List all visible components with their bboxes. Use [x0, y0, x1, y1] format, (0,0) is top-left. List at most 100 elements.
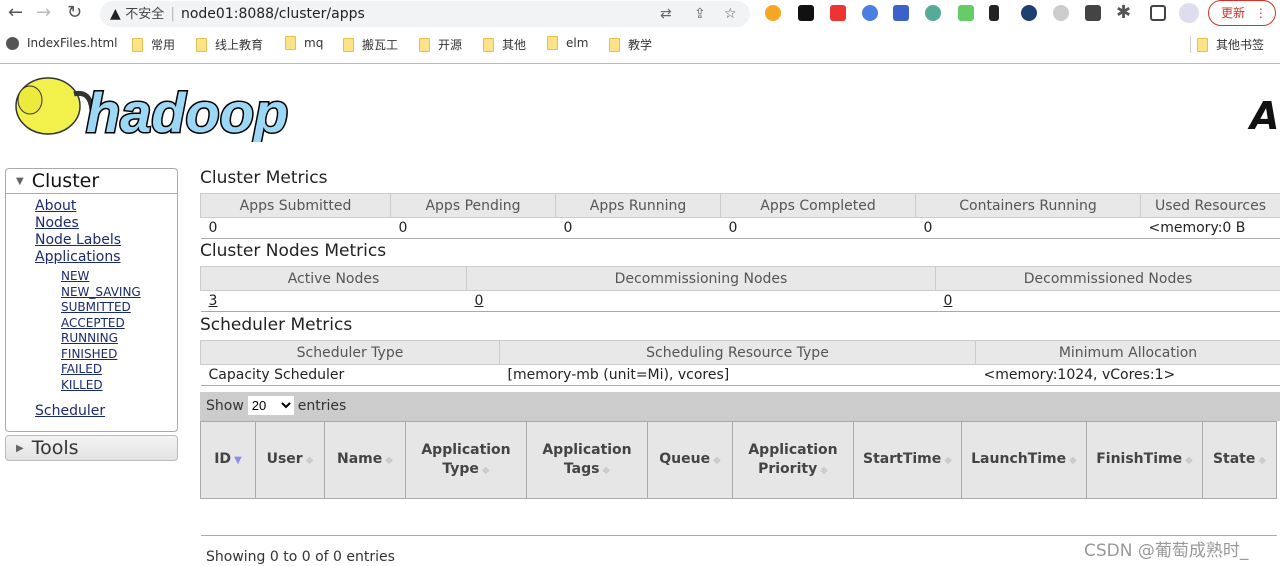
- bookmark-folder[interactable]: mq: [285, 36, 323, 50]
- apps-running-value: 0: [555, 217, 721, 239]
- bookmark-folder[interactable]: elm: [547, 36, 588, 50]
- update-button[interactable]: 更新 ⋮: [1208, 0, 1276, 26]
- column-state[interactable]: State ◆: [1202, 421, 1277, 499]
- column-finishtime[interactable]: FinishTime ◆: [1086, 421, 1203, 499]
- folder-icon: [285, 36, 296, 50]
- sidebar-link-submitted[interactable]: SUBMITTED: [61, 300, 177, 316]
- column-queue[interactable]: Queue ◆: [647, 421, 733, 499]
- avatar[interactable]: [1179, 3, 1199, 23]
- sidepanel-icon[interactable]: [1150, 5, 1166, 21]
- header-decommissioning-nodes: Decommissioning Nodes: [466, 266, 936, 291]
- header-active-nodes: Active Nodes: [200, 266, 467, 291]
- column-launchtime[interactable]: LaunchTime ◆: [961, 421, 1087, 499]
- sidebar-link-about[interactable]: About: [35, 198, 177, 215]
- extension-icon[interactable]: [958, 5, 974, 21]
- sidebar-link-running[interactable]: RUNNING: [61, 331, 177, 347]
- save-extension-icon[interactable]: [893, 5, 909, 21]
- url-text: node01:8088/cluster/apps: [180, 6, 365, 22]
- folder-icon: [132, 37, 143, 52]
- selenium-extension-icon[interactable]: [1085, 5, 1101, 21]
- star-icon[interactable]: ☆: [724, 1, 737, 27]
- apps-completed-value: 0: [720, 217, 916, 239]
- folder-icon: [196, 37, 207, 52]
- sidebar-link-failed[interactable]: FAILED: [61, 362, 177, 378]
- forward-icon[interactable]: →: [36, 2, 51, 23]
- caret-down-icon: ▼: [16, 176, 24, 187]
- column-application-priority[interactable]: Application Priority ◆: [732, 421, 854, 499]
- header-apps-running: Apps Running: [555, 193, 721, 218]
- address-bar[interactable]: ▲ 不安全 | node01:8088/cluster/apps ⇄ ⇪ ☆: [100, 1, 750, 27]
- translate-icon[interactable]: ⇄: [660, 1, 672, 27]
- sidebar-link-applications[interactable]: Applications: [35, 249, 177, 266]
- scheduler-type-value: Capacity Scheduler: [200, 364, 500, 386]
- sidebar-link-killed[interactable]: KILLED: [61, 378, 177, 394]
- weibo-extension-icon[interactable]: [765, 5, 781, 21]
- column-user[interactable]: User ◆: [255, 421, 325, 499]
- column-application-type[interactable]: Application Type ◆: [405, 421, 527, 499]
- header-containers-running: Containers Running: [915, 193, 1141, 218]
- sort-desc-icon: ▼: [234, 455, 242, 466]
- browser-chrome: ← → ↻ ▲ 不安全 | node01:8088/cluster/apps ⇄ ⇪…: [0, 0, 1280, 64]
- decommissioned-nodes-link[interactable]: 0: [944, 293, 953, 309]
- extension-icon[interactable]: [989, 5, 999, 21]
- page-title-fragment: A: [1250, 94, 1280, 138]
- extension-icon[interactable]: [862, 5, 878, 21]
- bookmark-folder[interactable]: 其他: [483, 36, 526, 53]
- share-icon[interactable]: ⇪: [694, 1, 706, 27]
- hadoop-logo: hadoop: [8, 70, 308, 146]
- warning-icon: ▲: [110, 6, 121, 22]
- other-bookmarks[interactable]: 其他书签: [1190, 36, 1264, 53]
- bookmark-folder[interactable]: 开源: [419, 36, 462, 53]
- reload-icon[interactable]: ↻: [67, 2, 82, 23]
- bookmark-item[interactable]: IndexFiles.html: [6, 36, 118, 50]
- show-label: Show: [206, 398, 244, 414]
- folder-icon: [547, 36, 558, 50]
- active-nodes-link[interactable]: 3: [209, 293, 218, 309]
- sidebar-link-nodes[interactable]: Nodes: [35, 215, 177, 232]
- sort-icon: ◆: [305, 455, 314, 466]
- header-minimum-allocation: Minimum Allocation: [975, 340, 1280, 365]
- containers-running-value: 0: [915, 217, 1141, 239]
- column-starttime[interactable]: StartTime ◆: [853, 421, 962, 499]
- extension-icon[interactable]: [1053, 5, 1069, 21]
- header-decommissioned-nodes: Decommissioned Nodes: [935, 266, 1280, 291]
- scheduling-resource-type-value: [memory-mb (unit=Mi), vcores]: [499, 364, 976, 386]
- cluster-metrics-table: Apps Submitted Apps Pending Apps Running Ap…: [200, 193, 1280, 239]
- page-size-select[interactable]: 20: [247, 396, 294, 415]
- column-application-tags[interactable]: Application Tags ◆: [526, 421, 648, 499]
- sidebar-tools[interactable]: ▶ Tools: [5, 435, 178, 461]
- sidebar-link-scheduler[interactable]: Scheduler: [35, 403, 177, 420]
- sidebar-header[interactable]: ▼ Cluster: [6, 169, 177, 194]
- column-name[interactable]: Name ◆: [324, 421, 406, 499]
- entries-label: entries: [297, 398, 347, 414]
- extension-icon[interactable]: [925, 5, 941, 21]
- check-extension-icon[interactable]: [1021, 5, 1037, 21]
- applications-table: ID ▼ User ◆ Name ◆ Application Type ◆ Applic…: [200, 421, 1277, 536]
- back-icon[interactable]: ←: [8, 2, 23, 23]
- sort-icon: ◆: [602, 464, 611, 476]
- bookmark-folder[interactable]: 搬瓦工: [343, 36, 398, 53]
- puzzle-icon[interactable]: ✱: [1116, 2, 1131, 23]
- folder-icon: [483, 37, 494, 52]
- sidebar-link-node-labels[interactable]: Node Labels: [35, 232, 177, 249]
- decommissioning-nodes-link[interactable]: 0: [475, 293, 484, 309]
- bookmark-folder[interactable]: 常用: [132, 36, 175, 53]
- extension-icon[interactable]: [830, 5, 846, 21]
- header-apps-submitted: Apps Submitted: [200, 193, 391, 218]
- sort-icon: ◆: [481, 464, 490, 476]
- bookmark-folder[interactable]: 线上教育: [196, 36, 263, 53]
- sidebar-link-finished[interactable]: FINISHED: [61, 347, 177, 363]
- sort-icon: ◆: [1069, 455, 1077, 466]
- folder-icon: [419, 37, 430, 52]
- nodes-metrics-table: Active Nodes Decommissioning Nodes Decommi…: [200, 266, 1280, 312]
- empty-row: [200, 498, 1277, 536]
- sidebar-link-new-saving[interactable]: NEW_SAVING: [61, 285, 177, 301]
- column-id[interactable]: ID ▼: [200, 421, 256, 499]
- watermark: CSDN @葡萄成熟时_: [1084, 541, 1249, 561]
- sidebar-link-new[interactable]: NEW: [61, 269, 177, 285]
- sidebar-link-accepted[interactable]: ACCEPTED: [61, 316, 177, 332]
- minimum-allocation-value: <memory:1024, vCores:1>: [975, 364, 1280, 386]
- extension-icon[interactable]: [798, 5, 814, 21]
- bookmark-folder[interactable]: 教学: [609, 36, 652, 53]
- sort-icon: ◆: [1185, 455, 1193, 466]
